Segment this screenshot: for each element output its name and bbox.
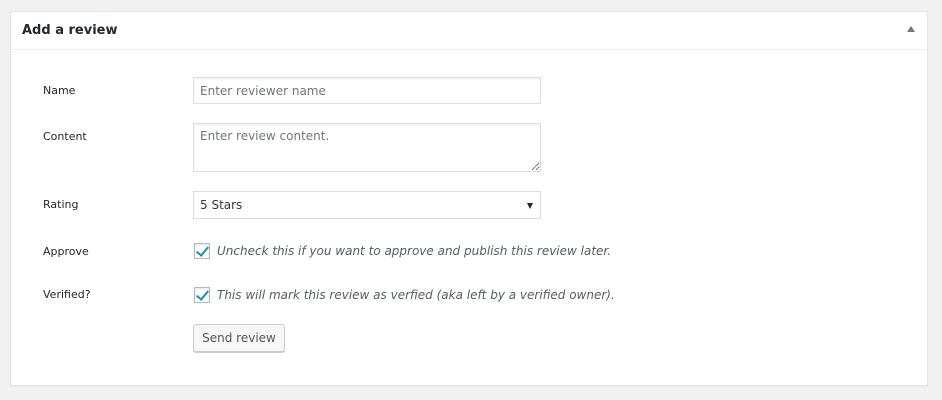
verified-label: Verified? [43,288,91,301]
rating-selected-value: 5 Stars [200,198,243,212]
verified-checkbox[interactable] [194,287,210,303]
send-review-button[interactable]: Send review [193,324,285,352]
reviewer-name-input[interactable] [193,77,541,104]
panel-title: Add a review [22,23,118,38]
review-content-textarea[interactable] [193,123,541,172]
dropdown-arrow-icon [527,203,533,209]
collapse-toggle-icon[interactable] [907,26,915,32]
add-review-panel: Add a review Name Content Rating 5 Stars… [10,11,928,386]
checkmark-icon [195,243,210,257]
content-label: Content [43,130,87,143]
rating-select[interactable]: 5 Stars [193,191,541,219]
checkmark-icon [195,287,210,301]
approve-description: Uncheck this if you want to approve and … [217,244,612,258]
verified-description: This will mark this review as verfied (a… [217,288,615,302]
approve-checkbox[interactable] [194,243,210,259]
name-label: Name [43,84,76,97]
approve-label: Approve [43,245,89,258]
rating-label: Rating [43,198,79,211]
panel-header: Add a review [11,12,927,50]
